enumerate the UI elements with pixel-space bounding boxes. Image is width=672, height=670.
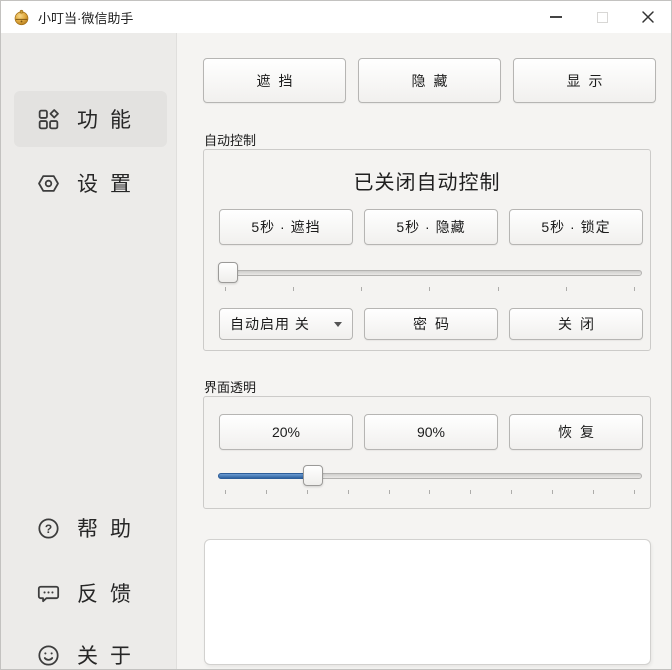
opacity-20-button[interactable]: 20% [219, 414, 353, 450]
sidebar-item-label: 功能 [77, 104, 143, 134]
sidebar-item-label: 关于 [77, 640, 143, 670]
opacity-slider[interactable] [218, 465, 642, 495]
maximize-button[interactable] [579, 1, 625, 33]
maximize-icon [597, 12, 608, 23]
dropdown-value: 自动启用 关 [230, 314, 334, 334]
titlebar: 小叮当·微信助手 [1, 1, 671, 33]
timer-lock-button[interactable]: 5秒 · 锁定 [509, 209, 643, 245]
auto-enable-dropdown[interactable]: 自动启用 关 [219, 308, 353, 340]
sidebar: 功能 设置 ? 帮助 [1, 33, 177, 670]
close-button[interactable] [625, 1, 671, 33]
opacity-90-button[interactable]: 90% [364, 414, 498, 450]
sidebar-item-settings[interactable]: 设置 [14, 155, 167, 211]
app-window: 小叮当·微信助手 功能 [0, 0, 672, 670]
auto-control-group: 已关闭自动控制 5秒 · 遮挡 5秒 · 隐藏 5秒 · 锁定 自动启用 关 密… [203, 149, 651, 351]
minimize-icon [550, 16, 562, 18]
feedback-icon [36, 581, 61, 606]
opacity-restore-button[interactable]: 恢复 [509, 414, 643, 450]
timer-cover-button[interactable]: 5秒 · 遮挡 [219, 209, 353, 245]
slider-fill [218, 473, 315, 479]
sidebar-item-label: 帮助 [77, 513, 143, 543]
window-controls [533, 1, 671, 33]
help-icon: ? [36, 516, 61, 541]
auto-control-status: 已关闭自动控制 [204, 166, 650, 195]
auto-close-button[interactable]: 关闭 [509, 308, 643, 340]
password-button[interactable]: 密码 [364, 308, 498, 340]
minimize-button[interactable] [533, 1, 579, 33]
svg-text:?: ? [45, 521, 52, 535]
sidebar-item-feedback[interactable]: 反馈 [14, 565, 167, 621]
sidebar-item-label: 反馈 [77, 578, 143, 608]
slider-track[interactable] [218, 270, 642, 276]
close-icon [641, 10, 655, 24]
transparency-section-label: 界面透明 [204, 377, 256, 396]
settings-icon [36, 171, 61, 196]
hide-button[interactable]: 隐藏 [358, 58, 501, 103]
slider-ticks [225, 490, 635, 495]
log-textarea[interactable] [204, 539, 651, 665]
grid-icon [36, 107, 61, 132]
bell-icon [13, 9, 30, 26]
cover-button[interactable]: 遮挡 [203, 58, 346, 103]
sidebar-item-about[interactable]: 关于 [14, 627, 167, 670]
sidebar-item-features[interactable]: 功能 [14, 91, 167, 147]
sidebar-item-help[interactable]: ? 帮助 [14, 500, 167, 556]
window-title: 小叮当·微信助手 [38, 8, 133, 27]
slider-thumb[interactable] [303, 465, 323, 486]
show-button[interactable]: 显示 [513, 58, 656, 103]
timer-hide-button[interactable]: 5秒 · 隐藏 [364, 209, 498, 245]
slider-thumb[interactable] [218, 262, 238, 283]
chevron-down-icon [334, 322, 342, 327]
transparency-group: 20% 90% 恢复 [203, 396, 651, 509]
delay-slider[interactable] [218, 262, 642, 292]
sidebar-item-label: 设置 [77, 168, 143, 198]
smiley-icon [36, 643, 61, 668]
auto-control-section-label: 自动控制 [204, 130, 256, 149]
slider-ticks [225, 287, 635, 292]
